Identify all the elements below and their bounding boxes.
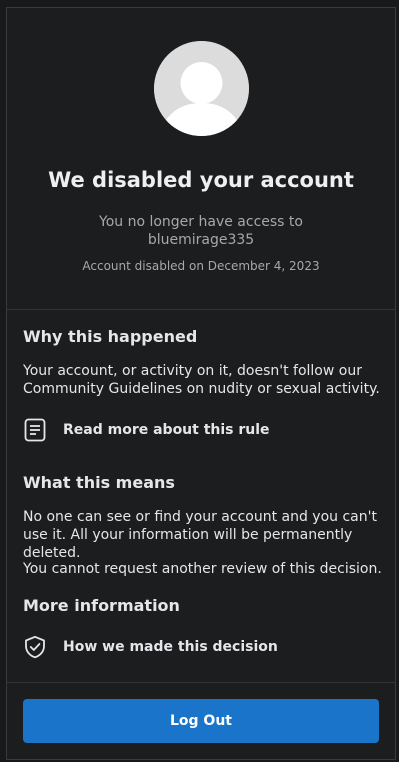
- why-heading: Why this happened: [23, 327, 198, 346]
- username-notice: You no longer have access to bluemirage3…: [99, 214, 303, 248]
- no-review-notice: You cannot request another review of thi…: [23, 561, 382, 577]
- logout-button[interactable]: Log Out: [23, 699, 379, 743]
- decision-info-label: How we made this decision: [63, 639, 278, 655]
- why-body: Your account, or activity on it, doesn't…: [23, 363, 380, 397]
- read-rule-link[interactable]: Read more about this rule: [23, 416, 383, 444]
- means-body: No one can see or find your account and …: [23, 509, 377, 561]
- more-info-heading: More information: [23, 596, 180, 615]
- disabled-date: Account disabled on December 4, 2023: [82, 259, 320, 273]
- means-heading: What this means: [23, 473, 175, 492]
- disabled-account-panel: We disabled your account You no longer h…: [6, 7, 396, 760]
- shield-check-icon: [23, 635, 47, 659]
- avatar: [154, 41, 249, 136]
- decision-info-link[interactable]: How we made this decision: [23, 633, 383, 661]
- document-icon: [23, 418, 47, 442]
- footer: Log Out: [7, 682, 395, 760]
- page-title: We disabled your account: [48, 168, 354, 192]
- default-avatar-icon: [154, 41, 249, 136]
- account-header: We disabled your account You no longer h…: [7, 8, 395, 310]
- read-rule-label: Read more about this rule: [63, 422, 270, 438]
